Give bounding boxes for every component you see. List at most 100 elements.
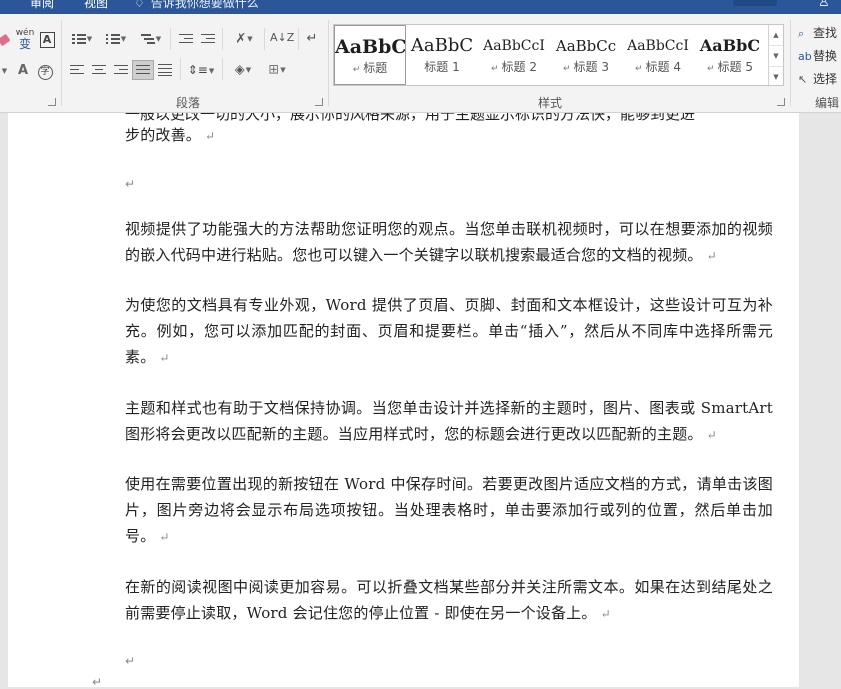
- font-color-dropdown[interactable]: ▼: [0, 62, 10, 80]
- increase-indent-button[interactable]: [198, 30, 218, 48]
- styles-gallery: AaBbC( ↵标题 AaBbC 标题 1 AaBbCcI ↵标题 2 AaBb…: [333, 24, 784, 86]
- button-separator: [298, 28, 299, 50]
- document-page[interactable]: 一般以更改一切的大小，展示你的风格来源，用于主题显示标识的方法快，能够到更进 步…: [8, 113, 799, 687]
- enclosed-char-icon: 字: [37, 65, 53, 80]
- find-label: 查找: [813, 26, 838, 40]
- button-separator: [180, 58, 181, 80]
- button-separator: [170, 28, 171, 50]
- paragraph-dialog-launcher[interactable]: [315, 98, 323, 106]
- style-heading-5[interactable]: AaBbC ↵ 标题 5: [694, 25, 766, 85]
- document-area: 一般以更改一切的大小，展示你的风格来源，用于主题显示标识的方法快，能够到更进 步…: [0, 113, 841, 687]
- distributed-button[interactable]: [155, 61, 175, 79]
- line-spacing-button[interactable]: ⇕≡▼: [186, 61, 216, 79]
- paragraph: 步的改善。 ↵: [125, 126, 216, 144]
- clear-formatting-button[interactable]: [0, 32, 11, 50]
- justify-button[interactable]: [132, 60, 154, 80]
- ribbon: wén 变 A ▼ A 字 ▼ ▼ ▼ ✗▼ A↓Z ↵ ⇕≡▼ ◈▼ ⊞▼ 段落…: [0, 14, 841, 113]
- group-separator: [790, 20, 791, 106]
- paragraph: 为使您的文档具有专业外观，Word 提供了页眉、页脚、封面和文本框设计，这些设计…: [125, 296, 773, 366]
- numbering-button[interactable]: ▼: [102, 30, 130, 48]
- eraser-icon: [0, 33, 11, 47]
- character-shading-button[interactable]: A: [14, 62, 32, 80]
- style-heading-2[interactable]: AaBbCcI ↵ 标题 2: [478, 25, 550, 85]
- style-sample: AaBbCcI: [483, 38, 545, 54]
- tab-review[interactable]: 审阅: [30, 0, 54, 10]
- paragraph-mark: ↵: [159, 530, 170, 544]
- enclose-characters-button[interactable]: 字: [36, 62, 54, 80]
- paragraph-mark: ↵: [600, 607, 611, 621]
- select-label: 选择: [813, 72, 838, 86]
- justify-icon: [136, 64, 150, 76]
- align-left-button[interactable]: [67, 61, 87, 79]
- decrease-indent-icon: [179, 33, 193, 45]
- group-separator: [61, 20, 62, 106]
- style-sample: AaBbC(: [335, 36, 405, 58]
- style-sample: AaBbCc: [555, 37, 617, 55]
- decrease-indent-button[interactable]: [176, 30, 196, 48]
- styles-dialog-launcher[interactable]: [777, 98, 785, 106]
- empty-paragraph-mark: ↵: [125, 177, 136, 191]
- button-separator: [222, 28, 223, 50]
- paragraph: 主题和样式也有助于文档保持协调。当您单击设计并选择新的主题时，图片、图表或 Sm…: [125, 399, 773, 443]
- borders-button[interactable]: ⊞▼: [262, 61, 292, 79]
- find-button[interactable]: ⌕ 查找: [798, 24, 837, 41]
- styles-gallery-scroll: ▲ ▼ ▼: [768, 25, 783, 85]
- gallery-more-icon[interactable]: ▼: [769, 67, 783, 87]
- ribbon-tab-bar: 审阅 视图 ♢ 告诉我你想要做什么 ♙: [0, 0, 841, 14]
- style-sample: AaBbC: [410, 35, 474, 56]
- paragraph-mark: ↵: [706, 428, 717, 442]
- tell-me-box[interactable]: ♢ 告诉我你想要做什么: [134, 0, 259, 10]
- paragraph: 使用在需要位置出现的新按钮在 Word 中保存时间。若要更改图片适应文档的方式，…: [125, 475, 773, 545]
- paragraph-group-label: 段落: [176, 96, 201, 110]
- replace-label: 替换: [813, 49, 838, 63]
- select-button[interactable]: ↖ 选择: [798, 70, 837, 87]
- borders-icon: ⊞: [268, 62, 280, 78]
- lightbulb-icon: ♢: [134, 0, 145, 10]
- empty-paragraph-mark: ↵: [125, 654, 136, 668]
- multilevel-list-icon: [140, 33, 155, 45]
- paragraph-mark: ↵: [159, 351, 170, 365]
- style-title[interactable]: AaBbC( ↵标题: [334, 25, 406, 85]
- style-name: 标题 2: [501, 60, 537, 74]
- gallery-down-icon[interactable]: ▼: [769, 46, 783, 67]
- share-button[interactable]: [733, 0, 777, 6]
- edit-group-label: 编辑: [815, 96, 840, 110]
- gallery-up-icon[interactable]: ▲: [769, 25, 783, 46]
- phonetic-guide-button[interactable]: wén 变: [14, 28, 36, 50]
- button-separator: [264, 28, 265, 50]
- style-name: 标题 3: [573, 60, 609, 74]
- style-heading-4[interactable]: AaBbCcI ↵ 标题 4: [622, 25, 694, 85]
- increase-indent-icon: [201, 33, 215, 45]
- styles-group-label: 样式: [538, 96, 563, 110]
- style-name: 标题 1: [424, 60, 460, 74]
- border-a-icon: A: [39, 32, 55, 48]
- phonetic-char: 变: [18, 37, 31, 51]
- style-heading-1[interactable]: AaBbC 标题 1: [406, 25, 478, 85]
- style-heading-3[interactable]: AaBbCc ↵ 标题 3: [550, 25, 622, 85]
- align-right-icon: [114, 64, 128, 76]
- character-border-button[interactable]: A: [38, 31, 56, 49]
- replace-button[interactable]: ab替换: [798, 47, 837, 64]
- style-name: 标题 4: [645, 60, 681, 74]
- align-right-button[interactable]: [111, 61, 131, 79]
- asian-layout-button[interactable]: ✗▼: [228, 30, 260, 48]
- pilcrow-icon: ↵: [306, 31, 318, 46]
- asian-layout-icon: ✗: [235, 31, 247, 47]
- multilevel-list-button[interactable]: ▼: [136, 30, 166, 48]
- distributed-icon: [158, 63, 172, 76]
- search-icon: ⌕: [798, 27, 805, 40]
- bullets-button[interactable]: ▼: [68, 30, 96, 48]
- replace-icon: ab: [798, 50, 812, 63]
- font-dialog-launcher[interactable]: [48, 98, 56, 106]
- style-name: 标题 5: [717, 60, 753, 74]
- tell-me-text: 告诉我你想要做什么: [150, 0, 259, 10]
- tab-view[interactable]: 视图: [84, 0, 108, 10]
- person-icon[interactable]: ♙: [818, 0, 830, 10]
- line-spacing-icon: ⇕≡: [187, 63, 208, 77]
- paint-bucket-icon: ◈: [234, 62, 245, 78]
- button-separator: [222, 58, 223, 80]
- shading-button[interactable]: ◈▼: [228, 61, 258, 79]
- align-center-button[interactable]: [89, 61, 109, 79]
- sort-button[interactable]: A↓Z: [270, 29, 294, 47]
- show-hide-marks-button[interactable]: ↵: [304, 30, 320, 48]
